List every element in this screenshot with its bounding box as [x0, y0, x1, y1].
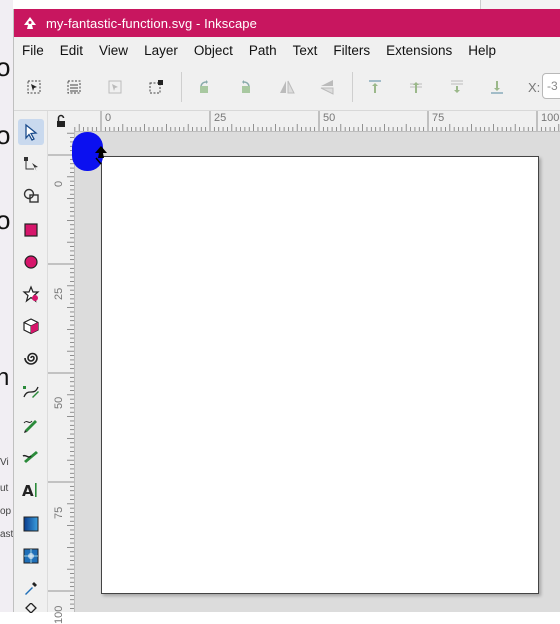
- background-window-edge: [480, 0, 560, 9]
- ruler-label: 25: [214, 112, 227, 124]
- background-fragment: o: [0, 205, 11, 235]
- selector-tool-icon[interactable]: [18, 119, 44, 145]
- text-tool-icon[interactable]: A: [18, 477, 44, 503]
- background-fragment: o: [0, 120, 11, 150]
- ruler-label: 50: [53, 396, 65, 409]
- spiral-tool-icon[interactable]: [18, 345, 44, 371]
- mouse-pointer-icon: [95, 146, 107, 165]
- menu-file[interactable]: File: [14, 37, 52, 64]
- node-tool-icon[interactable]: [18, 151, 44, 177]
- flip-vertical-icon[interactable]: [314, 74, 340, 100]
- flip-horizontal-icon[interactable]: [274, 74, 300, 100]
- menu-object[interactable]: Object: [186, 37, 241, 64]
- ellipse-tool-icon[interactable]: [18, 249, 44, 275]
- background-text: ast: [0, 529, 13, 540]
- toolbox: A: [14, 111, 48, 613]
- x-coordinate-label: X:: [528, 80, 541, 95]
- menu-path[interactable]: Path: [241, 37, 285, 64]
- menu-filters[interactable]: Filters: [325, 37, 378, 64]
- 3d-box-tool-icon[interactable]: [18, 313, 44, 339]
- select-same-icon[interactable]: [143, 74, 169, 100]
- menu-edit[interactable]: Edit: [52, 37, 91, 64]
- window-title: my-fantastic-function.svg - Inkscape: [46, 15, 257, 31]
- shape-builder-tool-icon[interactable]: [18, 183, 44, 209]
- title-bar[interactable]: my-fantastic-function.svg - Inkscape: [14, 9, 560, 37]
- rotate-ccw-icon[interactable]: [192, 74, 218, 100]
- ruler-label: 75: [432, 112, 445, 124]
- star-tool-icon[interactable]: [18, 281, 44, 307]
- x-coordinate-input[interactable]: -3: [542, 73, 560, 99]
- menu-help[interactable]: Help: [460, 37, 504, 64]
- ruler-label: 0: [105, 112, 112, 124]
- menu-view[interactable]: View: [91, 37, 136, 64]
- background-text: ut: [0, 483, 9, 494]
- background-fragment: n: [0, 364, 10, 391]
- lower-to-bottom-icon[interactable]: [484, 74, 510, 100]
- ruler-label: 50: [323, 112, 336, 124]
- gradient-tool-icon[interactable]: [18, 511, 44, 537]
- raise-to-top-icon[interactable]: [362, 74, 388, 100]
- drawing-canvas[interactable]: [75, 132, 560, 612]
- menu-layer[interactable]: Layer: [136, 37, 186, 64]
- inkscape-logo-icon: [22, 15, 38, 31]
- document-page[interactable]: [101, 156, 539, 594]
- mesh-tool-icon[interactable]: [18, 543, 44, 569]
- ruler-label: 25: [53, 287, 65, 300]
- vertical-ruler: 0 25 50 75 100: [48, 131, 75, 624]
- background-fragment: o: [0, 52, 11, 82]
- lower-icon[interactable]: [444, 74, 470, 100]
- ruler-label: 100: [53, 605, 65, 624]
- ruler-label: 0: [53, 180, 65, 187]
- deselect-icon[interactable]: [102, 74, 128, 100]
- ruler-corner-lock-icon[interactable]: [48, 111, 74, 131]
- pen-tool-icon[interactable]: [18, 379, 44, 405]
- rectangle-tool-icon[interactable]: [18, 217, 44, 243]
- svg-text:A: A: [22, 482, 34, 499]
- pencil-tool-icon[interactable]: [18, 411, 44, 437]
- background-text: Vi: [0, 457, 9, 468]
- commands-toolbar: X: -3: [14, 64, 560, 111]
- menu-bar: File Edit View Layer Object Path Text Fi…: [14, 37, 560, 64]
- menu-text[interactable]: Text: [285, 37, 326, 64]
- menu-extensions[interactable]: Extensions: [378, 37, 460, 64]
- rotate-cw-icon[interactable]: [232, 74, 258, 100]
- dropper-tool-icon[interactable]: [18, 575, 44, 601]
- raise-icon[interactable]: [403, 74, 429, 100]
- calligraphy-tool-icon[interactable]: [18, 443, 44, 469]
- background-desktop: o o o n Vi ut op ast: [0, 0, 13, 612]
- select-all-icon[interactable]: [21, 74, 47, 100]
- ruler-label: 75: [53, 506, 65, 519]
- horizontal-ruler: 0 25 50 75 100: [74, 111, 560, 132]
- inkscape-window: my-fantastic-function.svg - Inkscape Fil…: [13, 9, 560, 624]
- select-all-layers-icon[interactable]: [61, 74, 87, 100]
- ruler-label: 100: [541, 112, 560, 124]
- background-text: op: [0, 506, 12, 517]
